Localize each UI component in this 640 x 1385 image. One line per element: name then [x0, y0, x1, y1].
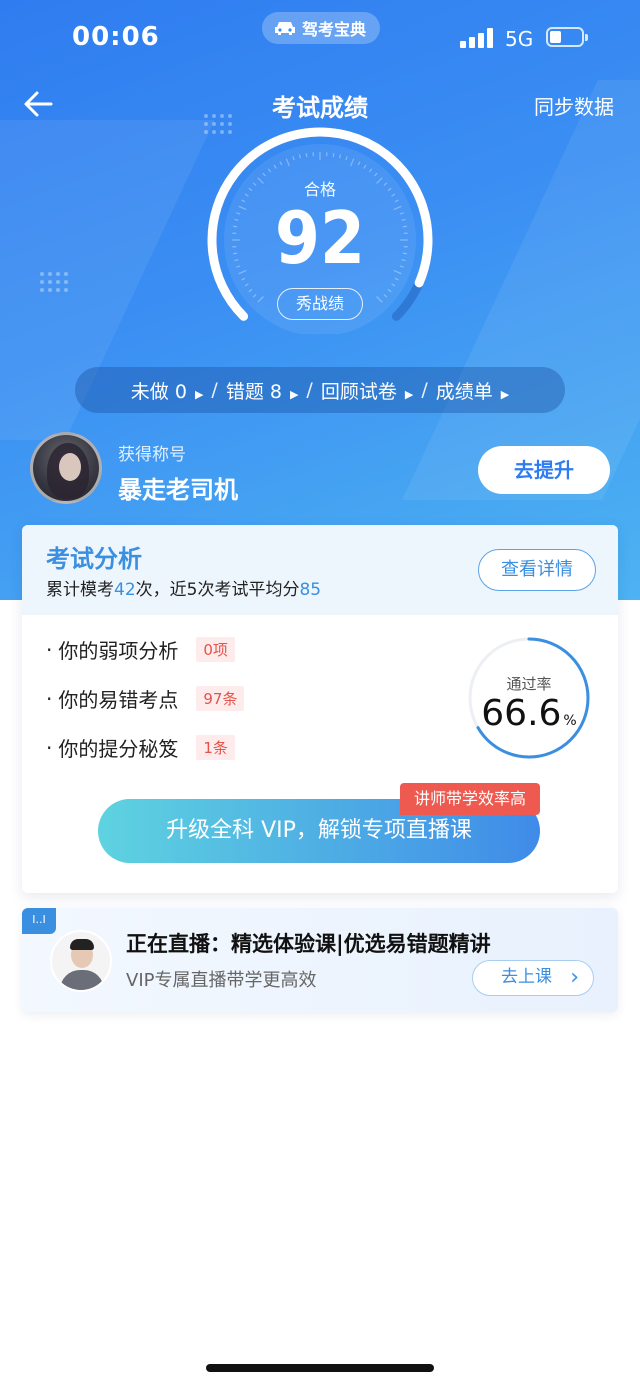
live-title: 正在直播：精选体验课|优选易错题精讲 — [126, 932, 491, 956]
car-icon — [275, 22, 295, 35]
stats-item-wrong[interactable]: 错题 8 ▶ — [226, 377, 299, 404]
battery-level — [550, 31, 561, 43]
divider: / — [306, 379, 313, 401]
app-name: 驾考宝典 — [302, 20, 367, 39]
gauge-tick — [332, 152, 335, 158]
avatar[interactable] — [30, 432, 102, 504]
signal-icon — [460, 28, 493, 48]
count-badge: 0项 — [196, 637, 235, 662]
analysis-summary: 累计模考42次，近5次考试平均分85 — [46, 580, 322, 600]
analysis-title: 考试分析 — [46, 545, 142, 573]
join-class-button[interactable]: 去上课 › — [472, 960, 594, 996]
stats-item-undone[interactable]: 未做 0 ▶ — [131, 377, 204, 404]
play-triangle-icon: ▶ — [500, 387, 510, 401]
play-triangle-icon: ▶ — [404, 387, 414, 401]
view-details-button[interactable]: 查看详情 — [478, 549, 596, 591]
exam-analysis-card: 考试分析 累计模考42次，近5次考试平均分85 查看详情 · 你的弱项分析 0项… — [22, 525, 618, 893]
analysis-header: 考试分析 累计模考42次，近5次考试平均分85 查看详情 — [22, 525, 618, 615]
divider: / — [211, 379, 218, 401]
score-gauge: 合格 92 秀战绩 — [200, 124, 440, 334]
user-title-value: 暴走老司机 — [118, 476, 238, 504]
chevron-right-icon: › — [570, 965, 579, 990]
decor-dots — [40, 272, 68, 292]
live-indicator-icon: I..I — [22, 908, 56, 934]
battery-icon — [546, 27, 588, 47]
score-value: 92 — [274, 196, 366, 280]
play-triangle-icon: ▶ — [289, 387, 299, 401]
live-subtitle: VIP专属直播带学更高效 — [126, 970, 317, 991]
stats-item-review[interactable]: 回顾试卷 ▶ — [321, 377, 413, 404]
gauge-tick — [305, 152, 308, 158]
pass-rate-value: 66.6% — [481, 693, 577, 734]
stats-item-report[interactable]: 成绩单 ▶ — [436, 377, 509, 404]
exam-stats-bar: 未做 0 ▶ / 错题 8 ▶ / 回顾试卷 ▶ / 成绩单 ▶ — [75, 367, 565, 413]
app-return-pill[interactable]: 驾考宝典 — [262, 12, 381, 44]
user-title-label: 获得称号 — [118, 445, 186, 465]
count-badge: 97条 — [196, 686, 245, 711]
status-bar: 00:06 驾考宝典 5G — [0, 0, 640, 78]
play-triangle-icon: ▶ — [194, 387, 204, 401]
pass-rate-ring: 通过率 66.6% — [466, 635, 592, 761]
share-score-button[interactable]: 秀战绩 — [277, 288, 363, 320]
network-type: 5G — [505, 27, 534, 51]
pass-rate-label: 通过率 — [506, 675, 552, 693]
improve-button[interactable]: 去提升 — [478, 446, 610, 494]
divider: / — [421, 379, 428, 401]
teacher-avatar — [50, 930, 112, 992]
live-course-card[interactable]: I..I 正在直播：精选体验课|优选易错题精讲 VIP专属直播带学更高效 去上课… — [22, 908, 618, 1012]
home-indicator[interactable] — [206, 1364, 434, 1372]
list-item-tips[interactable]: · 你的提分秘笈 1条 — [46, 733, 235, 762]
count-badge: 1条 — [196, 735, 235, 760]
sync-data-link[interactable]: 同步数据 — [534, 91, 614, 120]
vip-promo-badge: 讲师带学效率高 — [400, 783, 541, 815]
status-time: 00:06 — [72, 22, 160, 52]
list-item-error-prone[interactable]: · 你的易错考点 97条 — [46, 684, 245, 713]
list-item-weakness[interactable]: · 你的弱项分析 0项 — [46, 635, 235, 664]
